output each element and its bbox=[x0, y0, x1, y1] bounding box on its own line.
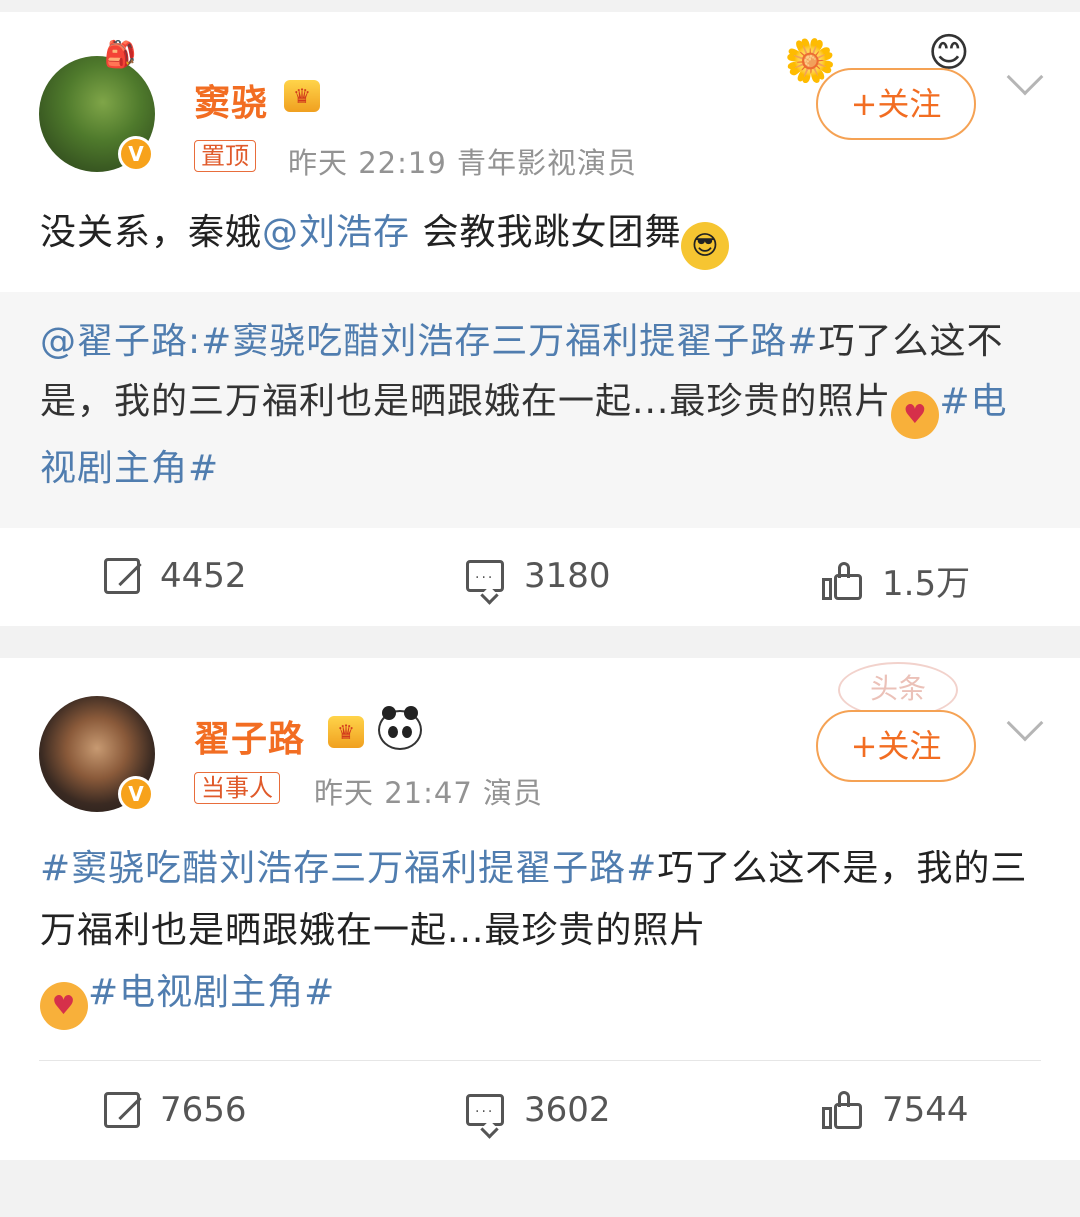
verified-badge-icon: V bbox=[118, 776, 154, 812]
divider bbox=[39, 1060, 1041, 1061]
hashtag-link[interactable]: #窦骁吃醋刘浩存三万福利提翟子路# bbox=[40, 848, 657, 889]
post-meta: 昨天 21:47 演员 bbox=[314, 776, 544, 810]
like-count: 1.5万 bbox=[882, 564, 971, 604]
chevron-down-icon[interactable] bbox=[1006, 704, 1044, 742]
share-icon bbox=[104, 1092, 140, 1128]
follow-button[interactable]: +关注 bbox=[816, 68, 976, 140]
comment-icon: ··· bbox=[466, 1094, 504, 1126]
like-icon bbox=[822, 1091, 862, 1129]
post-card: V 🎒 窦骁 ♛ 置顶 昨天 22:19 青年影视演员 🌼 😊 +关注 没关系，… bbox=[0, 12, 1080, 626]
comment-count: 3602 bbox=[524, 1090, 611, 1130]
share-icon bbox=[104, 558, 140, 594]
share-count: 7656 bbox=[160, 1090, 247, 1130]
post-card: V 翟子路 ♛ 当事人 昨天 21:47 演员 头条 +关注 #窦骁吃醋刘浩存三… bbox=[0, 658, 1080, 1160]
pinned-tag: 置顶 bbox=[194, 140, 256, 172]
mention-link[interactable]: @刘浩存 bbox=[262, 212, 410, 253]
follow-button[interactable]: +关注 bbox=[816, 710, 976, 782]
comment-action[interactable]: ··· 3180 bbox=[466, 556, 611, 596]
post-meta: 昨天 22:19 青年影视演员 bbox=[288, 146, 638, 180]
username[interactable]: 窦骁 bbox=[194, 74, 268, 126]
hashtag-link[interactable]: #窦骁吃醋刘浩存三万福利提翟子路# bbox=[201, 321, 818, 362]
repost-text: @翟子路:#窦骁吃醋刘浩存三万福利提翟子路#巧了么这不是，我的三万福利也是晒跟娥… bbox=[40, 312, 1040, 499]
like-count: 7544 bbox=[882, 1090, 969, 1130]
like-action[interactable]: 1.5万 bbox=[822, 556, 970, 605]
post-text: 没关系，秦娥@刘浩存 会教我跳女团舞 😎 bbox=[40, 202, 1040, 270]
username[interactable]: 翟子路 bbox=[194, 710, 305, 762]
post-text-prefix: 没关系，秦娥 bbox=[40, 212, 263, 253]
party-tag: 当事人 bbox=[194, 772, 280, 804]
post-text-suffix: 会教我跳女团舞 bbox=[410, 212, 682, 253]
share-count: 4452 bbox=[160, 556, 247, 596]
post-text: #窦骁吃醋刘浩存三万福利提翟子路#巧了么这不是，我的三万福利也是晒跟娥在一起..… bbox=[40, 838, 1040, 1030]
love-emoji-icon: ♥ bbox=[40, 982, 88, 1030]
verified-badge-icon: V bbox=[118, 136, 154, 172]
crown-icon: ♛ bbox=[328, 716, 364, 748]
repost-box[interactable]: @翟子路:#窦骁吃醋刘浩存三万福利提翟子路#巧了么这不是，我的三万福利也是晒跟娥… bbox=[0, 292, 1080, 528]
comment-icon: ··· bbox=[466, 560, 504, 592]
chevron-down-icon[interactable] bbox=[1006, 58, 1044, 96]
panda-icon bbox=[378, 706, 422, 750]
like-action[interactable]: 7544 bbox=[822, 1090, 969, 1130]
sticker-icon: 🎒 bbox=[104, 40, 137, 70]
hashtag-link[interactable]: #电视剧主角# bbox=[88, 972, 335, 1013]
share-action[interactable]: 4452 bbox=[104, 556, 247, 596]
crown-icon: ♛ bbox=[284, 80, 320, 112]
comment-count: 3180 bbox=[524, 556, 611, 596]
cool-emoji-icon: 😎 bbox=[681, 222, 730, 270]
repost-author-link[interactable]: @翟子路: bbox=[40, 321, 201, 362]
love-emoji-icon: ♥ bbox=[891, 391, 940, 439]
comment-action[interactable]: ··· 3602 bbox=[466, 1090, 611, 1130]
like-icon bbox=[822, 561, 862, 600]
share-action[interactable]: 7656 bbox=[104, 1090, 247, 1130]
